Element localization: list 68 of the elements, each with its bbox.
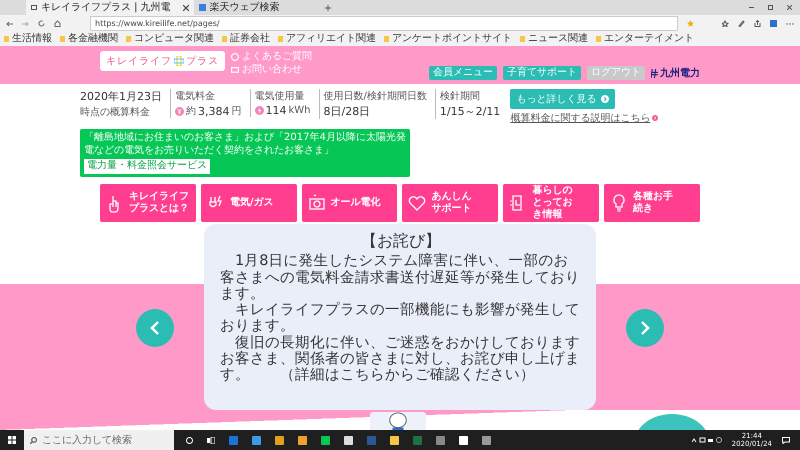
close-icon[interactable] — [182, 4, 189, 10]
stat-label: 電気使用量 — [254, 90, 306, 103]
task-view-icon[interactable] — [207, 436, 215, 444]
apology-text: キレイライフプラスの一部機能にも影響が発生しております。 — [220, 302, 581, 335]
favorites-icon[interactable] — [722, 20, 729, 27]
search-icon — [30, 436, 37, 444]
menu-button[interactable]: 電気/ガス — [200, 184, 297, 222]
bookmark-item[interactable]: 各金融機関 — [60, 33, 118, 45]
menu-button[interactable]: 暮らしのとっておき情報 — [503, 184, 600, 222]
bookmark-item[interactable]: ニュース関連 — [520, 33, 588, 45]
bookmark-item[interactable]: アンケートポイントサイト — [384, 33, 512, 45]
mascot-drawing — [387, 412, 409, 432]
minimize-icon[interactable] — [749, 5, 754, 10]
apology-title: 【お詫び】 — [360, 232, 442, 250]
refresh-icon[interactable] — [38, 20, 45, 27]
bookmark-item[interactable]: アフィリエイト関連 — [278, 33, 376, 45]
windows-start-icon[interactable] — [8, 436, 16, 444]
cross-mark-icon — [174, 56, 184, 66]
bookmark-item[interactable]: 生活情報 — [4, 33, 52, 45]
site-logo[interactable]: キレイライフ プラス — [100, 51, 225, 71]
unit-label: kWh — [288, 105, 311, 116]
plus-icon[interactable] — [324, 4, 331, 10]
unit-label: 円 — [232, 105, 242, 118]
notice-text: 「離島地域にお住まいのお客さま」および「2017年4月以降に太陽光発電などの電気をお売りいただく契約をされたお客さま」 — [84, 132, 406, 157]
stat-label: 検針期間 — [440, 90, 481, 103]
apology-text: 1月8日に発生したシステム障害に伴い、一部のお客さまへの電気料金請求書送付遅延等が発生しております。 — [220, 253, 581, 302]
stat-label: 使用日数/検針期間日数 — [324, 90, 427, 103]
app-icon[interactable] — [436, 436, 445, 444]
address-bar[interactable]: https://www.kireilife.net/pages/ — [90, 16, 678, 31]
chevron-right-icon — [640, 320, 650, 334]
site-icon — [198, 4, 206, 11]
menu-button[interactable]: オール電化 — [302, 184, 398, 222]
circle-icon[interactable] — [186, 436, 193, 444]
company-logo-icon — [651, 68, 658, 78]
home-icon[interactable] — [54, 20, 61, 27]
maximize-icon[interactable] — [768, 5, 773, 10]
share-icon[interactable] — [754, 20, 761, 27]
close-icon[interactable] — [787, 5, 792, 10]
stat-label: 電気料金 — [175, 90, 216, 103]
pen-icon[interactable] — [738, 20, 745, 27]
stat-value: 1/15～2/11 — [440, 104, 500, 119]
billing-date: 2020年1月23日 — [80, 89, 162, 104]
stat-value: 8日/28日 — [324, 104, 370, 119]
stat-value: 3,384 — [198, 104, 230, 118]
menu-button[interactable]: キレイライフプラスとは？ — [100, 184, 196, 222]
page-icon — [31, 5, 37, 10]
chevron-left-icon — [150, 320, 160, 334]
lightning-icon — [254, 106, 264, 115]
browser-tab[interactable]: キレイライフプラス | 九州電 — [26, 0, 194, 15]
system-tray-icon[interactable] — [692, 437, 722, 443]
menu-button[interactable]: あんしんサポート — [402, 184, 498, 222]
apology-text: 復旧の長期化に伴い、ご迷惑をおかけしておりますお客さま、関係者の皆さまに対し、お詫び申し上げます。 （詳細はこちらからご確認ください） — [220, 334, 581, 384]
search-field[interactable]: ここに入力して検索 — [24, 430, 174, 450]
date-note: 時点の概算料金 — [80, 106, 151, 119]
bookmark-item[interactable]: 証券会社 — [222, 33, 270, 45]
stat-value: 114 — [266, 104, 286, 117]
notification-icon[interactable] — [782, 436, 790, 444]
chevron-right-icon — [652, 115, 658, 121]
menu-button[interactable]: 各種お手続き — [604, 184, 700, 222]
yen-icon — [175, 106, 184, 116]
back-arrow-icon[interactable] — [6, 20, 13, 26]
amount-prefix: 約 — [186, 105, 196, 118]
star-icon[interactable] — [687, 20, 694, 27]
brand-name: 九州電力 — [660, 66, 700, 80]
chevron-right-icon — [601, 95, 610, 103]
bookmark-item[interactable]: エンターテイメント — [596, 33, 694, 45]
bookmark-item[interactable]: コンピュータ関連 — [126, 33, 214, 45]
service-button[interactable]: 電力量・料金照会サービス — [84, 159, 210, 174]
